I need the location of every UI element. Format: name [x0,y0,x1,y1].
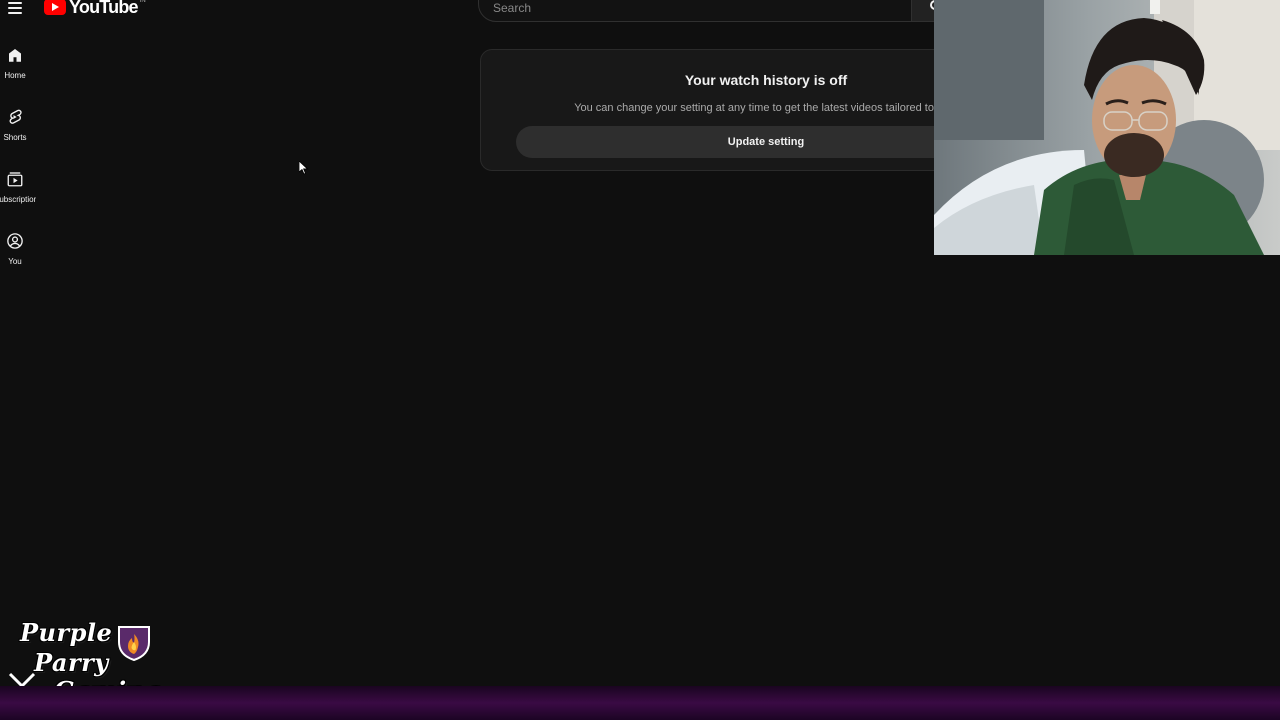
guide-item-you[interactable]: You [0,224,34,272]
guide-item-label: You [8,257,22,266]
youtube-play-icon [44,0,66,15]
search-box [478,0,912,22]
guide-item-label: Shorts [3,133,27,142]
app-window: YouTube IN Home Shorts S [0,0,1280,720]
account-circle-icon [7,233,23,249]
brand-line: Purple [20,618,113,647]
home-icon [9,49,21,62]
guide-item-subscriptions[interactable]: Subscriptions [0,162,36,210]
menu-icon[interactable] [6,0,26,16]
shorts-icon [9,109,22,124]
guide-item-home[interactable]: Home [0,38,34,86]
streamer-webcam-image [934,0,1280,255]
mouse-pointer-icon [299,161,309,175]
guide-item-label: Home [4,71,26,80]
logo-text: YouTube [69,0,139,17]
webcam-overlay [934,0,1280,255]
youtube-logo[interactable]: YouTube IN [44,0,146,18]
shield-flame-icon [118,626,150,662]
guide-item-label: Subscriptions [0,195,36,204]
subscriptions-icon [7,172,23,187]
stream-overlay-band [0,686,1280,720]
country-code: IN [139,0,146,4]
brand-line: Parry [34,648,109,677]
search-input[interactable] [491,0,895,21]
guide-item-shorts[interactable]: Shorts [0,100,34,148]
watch-history-off-panel: Your watch history is off You can change… [480,49,1016,171]
